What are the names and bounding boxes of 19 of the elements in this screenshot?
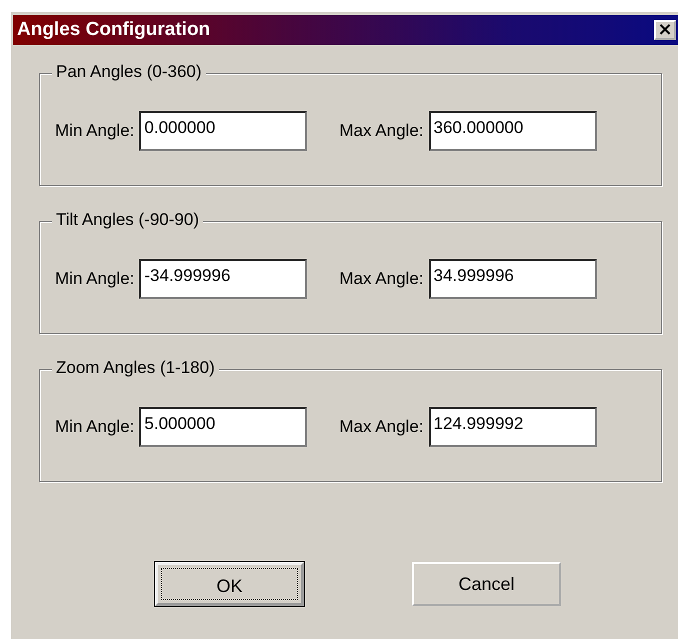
field-label: Min Angle: <box>55 269 134 289</box>
field-label: Min Angle: <box>55 121 134 141</box>
input-field[interactable]: 0.000000 <box>139 111 308 151</box>
group-title: Zoom Angles (1-180) <box>52 358 219 378</box>
close-button[interactable]: × <box>654 20 676 40</box>
input-field[interactable]: 124.999992 <box>428 407 596 447</box>
field-label: Max Angle: <box>339 417 424 437</box>
field-label: Max Angle: <box>339 121 424 141</box>
cancel-button[interactable]: Cancel <box>412 562 561 606</box>
ok-button[interactable]: OK <box>155 562 304 606</box>
window-title: Angles Configuration <box>17 19 210 41</box>
field-label: Min Angle: <box>55 417 134 437</box>
input-field[interactable]: -34.999996 <box>139 259 308 299</box>
input-field[interactable]: 360.000000 <box>428 111 596 151</box>
group-title: Pan Angles (0-360) <box>52 62 206 82</box>
group-title: Tilt Angles (-90-90) <box>52 210 203 230</box>
input-field[interactable]: 34.999996 <box>428 259 596 299</box>
field-label: Max Angle: <box>339 269 424 289</box>
input-field[interactable]: 5.000000 <box>139 407 308 447</box>
